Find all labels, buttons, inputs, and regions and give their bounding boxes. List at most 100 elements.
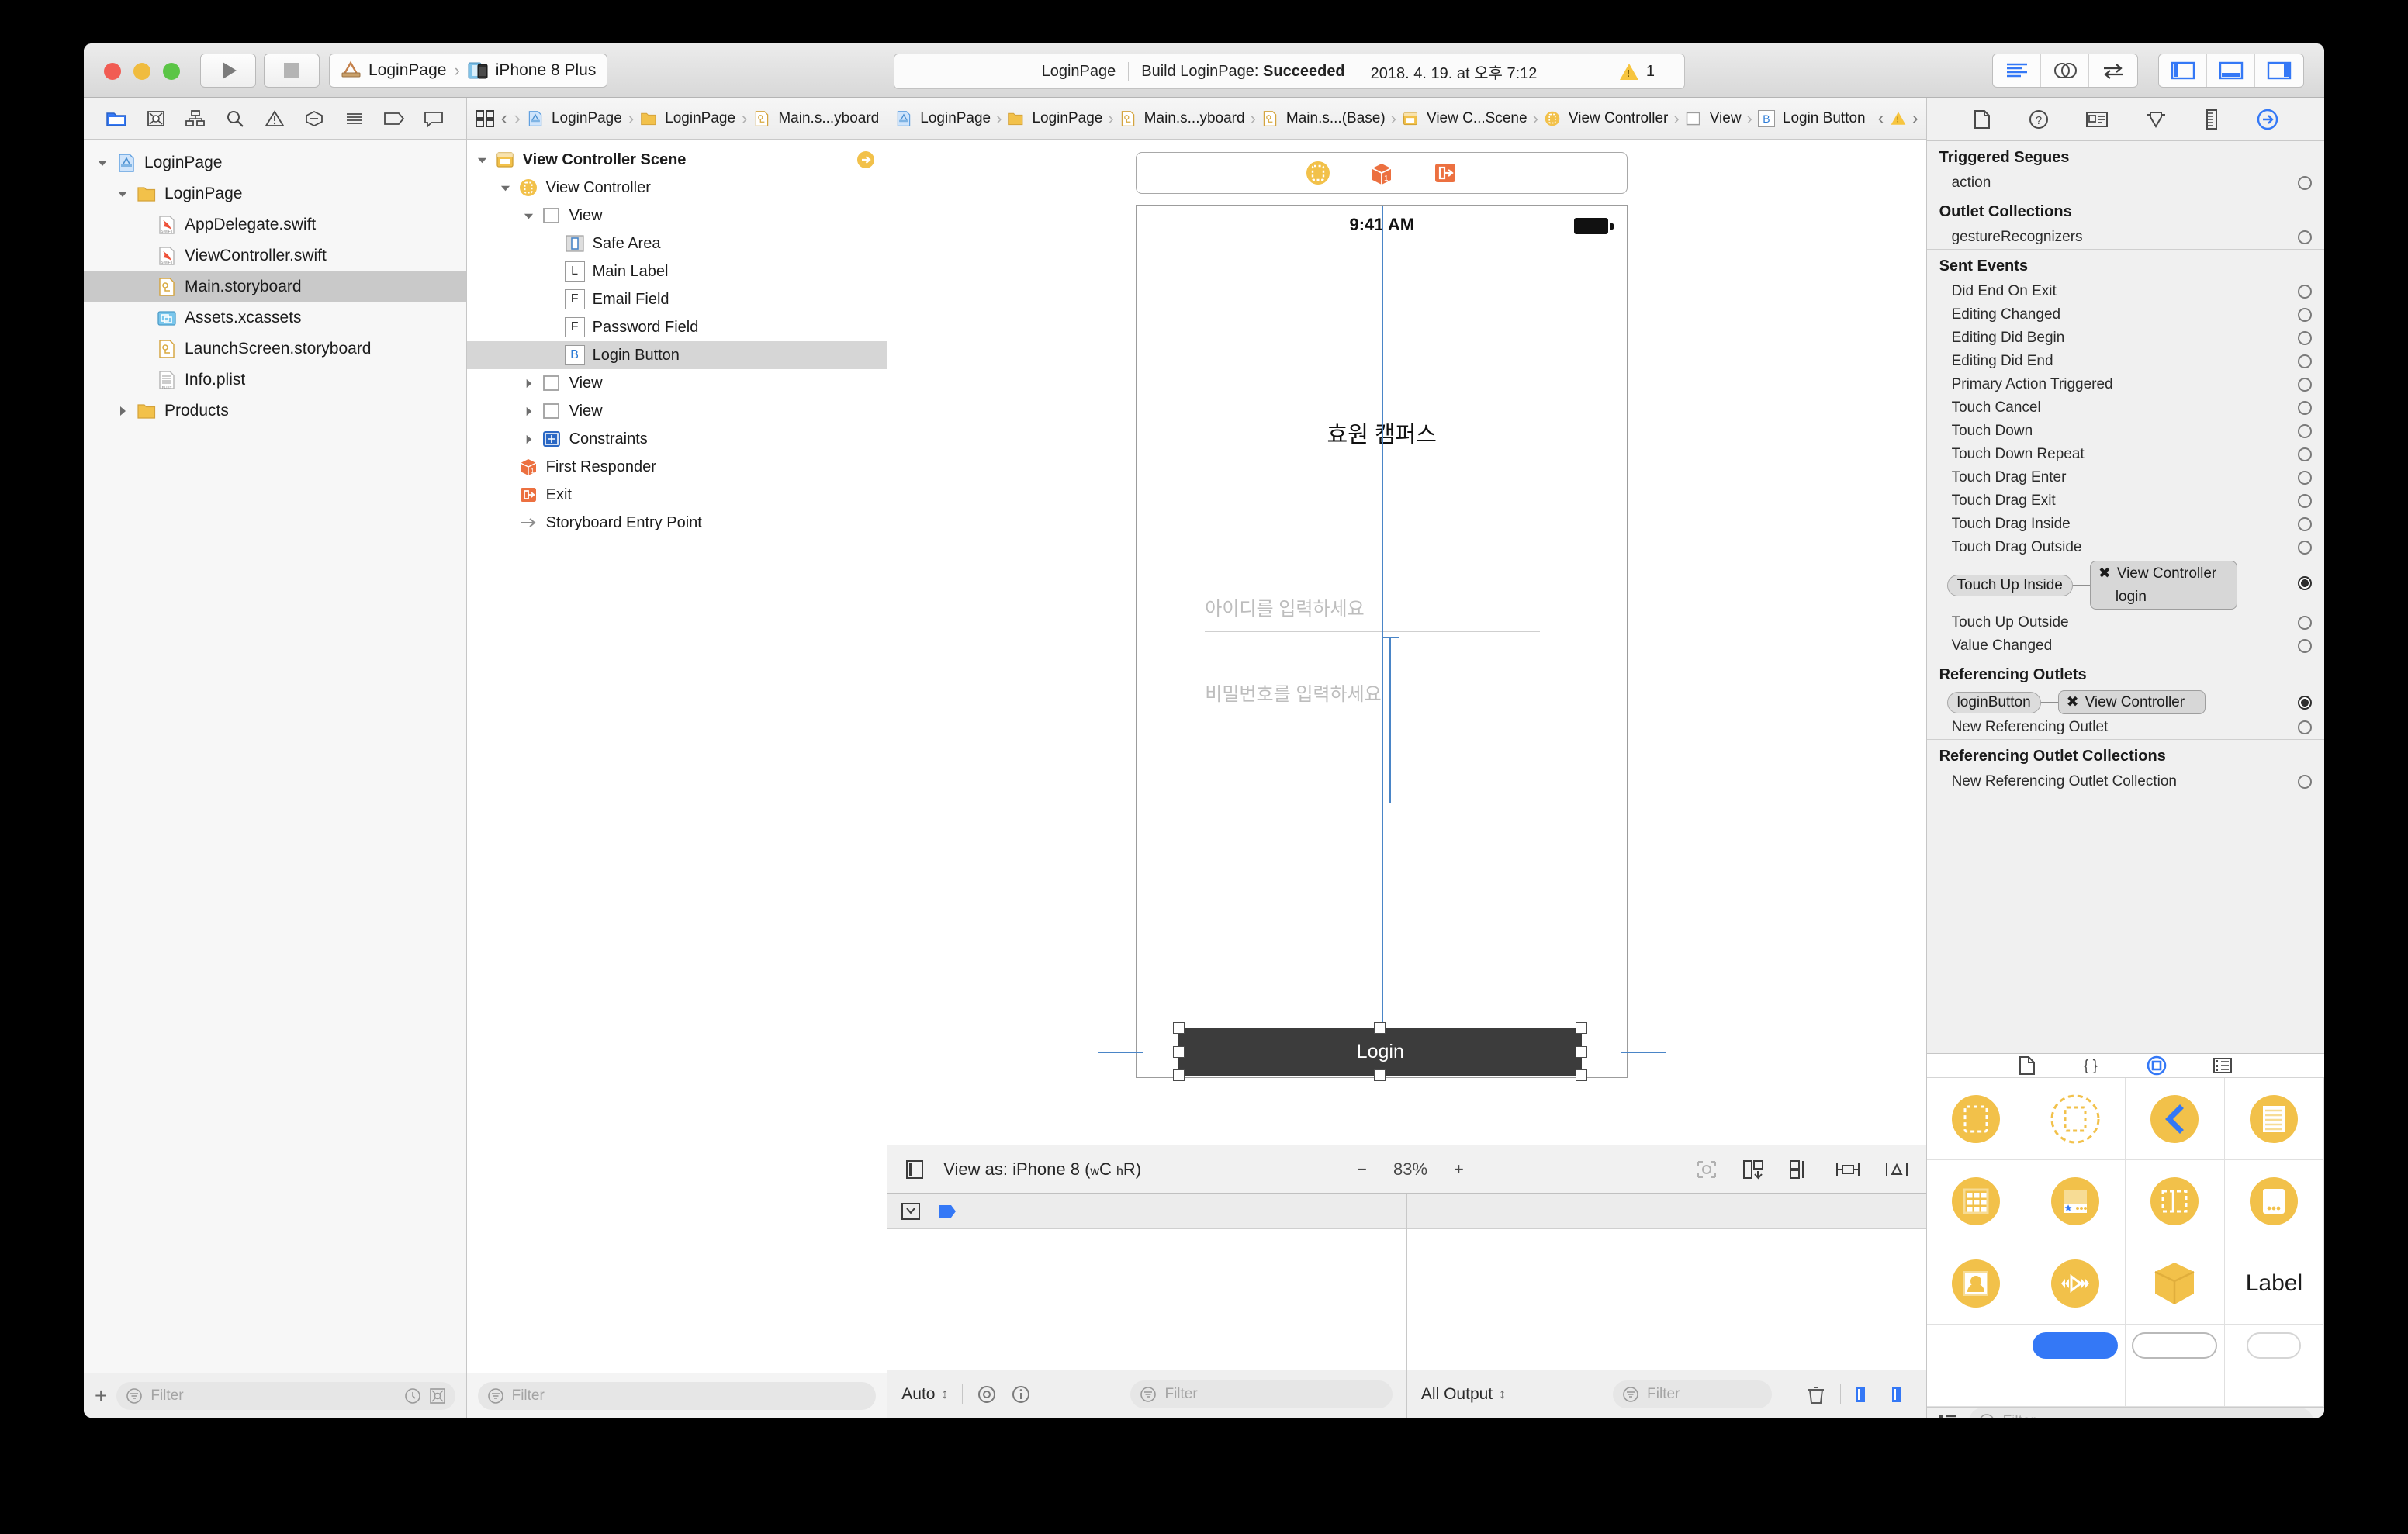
activity-status-bar[interactable]: LoginPage Build LoginPage: Succeeded 201… (894, 54, 1685, 89)
info-icon[interactable] (1011, 1384, 1031, 1404)
show-console-view-icon[interactable] (1891, 1384, 1912, 1404)
code-snippet-library-icon[interactable]: { } (2080, 1055, 2102, 1076)
connection-well[interactable] (2298, 471, 2312, 485)
source-control-navigator-tab[interactable] (144, 107, 168, 130)
connection-well[interactable] (2298, 517, 2312, 531)
connection-well[interactable] (2298, 494, 2312, 508)
inspector-connection-row[interactable]: Did End On Exit (1927, 280, 2324, 303)
toggle-navigator-button[interactable] (2159, 54, 2207, 87)
outline-breadcrumb-item[interactable]: Main.s...yboard (753, 110, 879, 127)
version-editor-button[interactable] (2089, 54, 2137, 87)
attributes-inspector-icon[interactable] (2144, 109, 2168, 130)
zoom-in-button[interactable]: + (1454, 1159, 1464, 1180)
navigator-item[interactable]: LoginPage (84, 178, 466, 209)
disclosure-triangle-open[interactable] (116, 188, 137, 200)
variables-scope-selector[interactable]: Auto ↕ (901, 1385, 948, 1404)
connection-well[interactable] (2298, 401, 2312, 415)
outline-item[interactable]: Safe Area (467, 230, 887, 257)
size-inspector-icon[interactable] (2203, 109, 2220, 130)
jump-back-button[interactable]: ‹ (501, 106, 508, 130)
connection-well[interactable] (2298, 541, 2312, 555)
object-library-icon[interactable] (2145, 1054, 2168, 1077)
connection-outlet-pill[interactable]: loginButton (1946, 691, 2041, 713)
navigator-item[interactable]: SWIFT AppDelegate.swift (84, 209, 466, 240)
close-window-button[interactable] (104, 63, 121, 80)
inspector-connection-row[interactable]: Value Changed (1927, 634, 2324, 658)
toggle-inspector-button[interactable] (2255, 54, 2303, 87)
inspector-connection-row[interactable]: Touch Drag Outside (1927, 536, 2324, 559)
disconnect-icon[interactable]: ✖ (2098, 565, 2111, 582)
library-item-image-view-object[interactable] (1926, 1242, 2026, 1325)
breakpoint-toggle-icon[interactable] (937, 1201, 960, 1221)
jump-forward-button[interactable]: › (514, 106, 521, 130)
navigator-item[interactable]: Assets.xcassets (84, 302, 466, 333)
collapse-debug-icon[interactable] (900, 1201, 923, 1221)
debug-navigator-tab[interactable] (342, 107, 367, 130)
navigator-item[interactable]: PLIST Info.plist (84, 364, 466, 396)
toggle-outline-button[interactable] (905, 1159, 925, 1180)
inspector-connection-row[interactable]: New Referencing Outlet Collection (1927, 770, 2324, 793)
selection-handle-bc[interactable] (1374, 1069, 1386, 1081)
storyboard-canvas[interactable]: 1 9:41 AM 효원 캠퍼스 아이디를 입력하세요 비밀번호를 입력하세요 … (887, 140, 1926, 1145)
library-item-scene-kit-object[interactable] (2125, 1242, 2225, 1325)
zoom-out-button[interactable]: − (1357, 1159, 1367, 1180)
inspector-connection-row[interactable]: Touch Drag Exit (1927, 489, 2324, 513)
console-output[interactable] (1406, 1229, 1926, 1370)
object-library-grid[interactable]: Label (1926, 1078, 2324, 1407)
editor-breadcrumb-item[interactable]: View Controller (1544, 110, 1668, 127)
library-layout-toggle-icon[interactable] (1938, 1412, 1958, 1418)
selection-handle-tr[interactable] (1576, 1022, 1588, 1034)
symbol-navigator-tab[interactable] (183, 107, 208, 130)
inspector-connection-row[interactable]: Touch Down (1927, 420, 2324, 443)
library-item-split-view-controller-object[interactable] (2125, 1160, 2225, 1242)
scene-reference-arrow-icon[interactable] (856, 150, 876, 170)
stop-button[interactable] (264, 54, 320, 88)
minimize-window-button[interactable] (133, 63, 150, 80)
outline-item[interactable]: F Password Field (467, 313, 887, 341)
navigator-item[interactable]: Products (84, 396, 466, 427)
outline-item[interactable]: View Controller Scene (467, 146, 887, 174)
align-icon[interactable] (1788, 1159, 1811, 1180)
disclosure-triangle-closed[interactable] (523, 378, 541, 389)
console-filter-field[interactable]: Filter (1613, 1380, 1772, 1408)
related-items-icon[interactable] (475, 109, 495, 128)
connection-well[interactable] (2298, 616, 2312, 630)
outline-breadcrumb-item[interactable]: LoginPage (527, 110, 622, 127)
outline-breadcrumb-item[interactable]: LoginPage (640, 110, 735, 127)
selection-handle-tl[interactable] (1173, 1022, 1185, 1034)
navigator-filter-field[interactable]: Filter (116, 1381, 455, 1410)
inspector-connection-row[interactable]: Touch Up Inside ✖ View Controller login (1927, 559, 2324, 611)
viewcontroller-icon[interactable] (1304, 159, 1332, 187)
outline-item[interactable]: View Controller (467, 174, 887, 202)
library-item-view-object[interactable] (1926, 1078, 2026, 1160)
show-variables-view-icon[interactable] (1855, 1384, 1877, 1404)
selection-handle-tc[interactable] (1374, 1022, 1386, 1034)
library-item-partial-4[interactable] (2224, 1325, 2324, 1407)
email-field-preview[interactable]: 아이디를 입력하세요 (1205, 593, 1541, 632)
connection-well[interactable] (2298, 230, 2312, 244)
navigator-item[interactable]: Main.storyboard (84, 271, 466, 302)
inspector-connection-row[interactable]: Editing Did End (1927, 350, 2324, 373)
selection-handle-br[interactable] (1576, 1069, 1588, 1081)
connections-inspector-content[interactable]: Triggered Segues action Outlet Collections… (1926, 141, 2324, 1053)
disclosure-triangle-closed[interactable] (523, 406, 541, 417)
connection-target[interactable]: ✖ View Controller login (2089, 561, 2237, 610)
inspector-connection-row[interactable]: Editing Did Begin (1927, 326, 2324, 350)
library-item-av-player-object[interactable] (2026, 1242, 2126, 1325)
inspector-connection-row[interactable]: New Referencing Outlet (1927, 716, 2324, 739)
library-item-partial-3[interactable] (2125, 1325, 2225, 1407)
connection-well-filled[interactable] (2298, 576, 2312, 590)
inspector-connection-row[interactable]: Touch Drag Inside (1927, 513, 2324, 536)
toggle-debug-area-button[interactable] (2207, 54, 2255, 87)
test-navigator-tab[interactable] (302, 107, 327, 130)
outline-item[interactable]: Exit (467, 481, 887, 509)
connection-well[interactable] (2298, 285, 2312, 299)
add-file-button[interactable]: + (95, 1384, 107, 1408)
exit-icon[interactable] (1431, 159, 1459, 187)
editor-warning-icon[interactable] (1891, 112, 1905, 125)
clear-console-icon[interactable] (1806, 1384, 1826, 1405)
outline-item[interactable]: Constraints (467, 425, 887, 453)
outline-jump-bar[interactable]: ‹ › LoginPage › LoginPage › Main.s...yboard (466, 98, 887, 140)
disclosure-triangle-open[interactable] (523, 210, 541, 222)
issue-navigator-tab[interactable] (262, 107, 287, 130)
